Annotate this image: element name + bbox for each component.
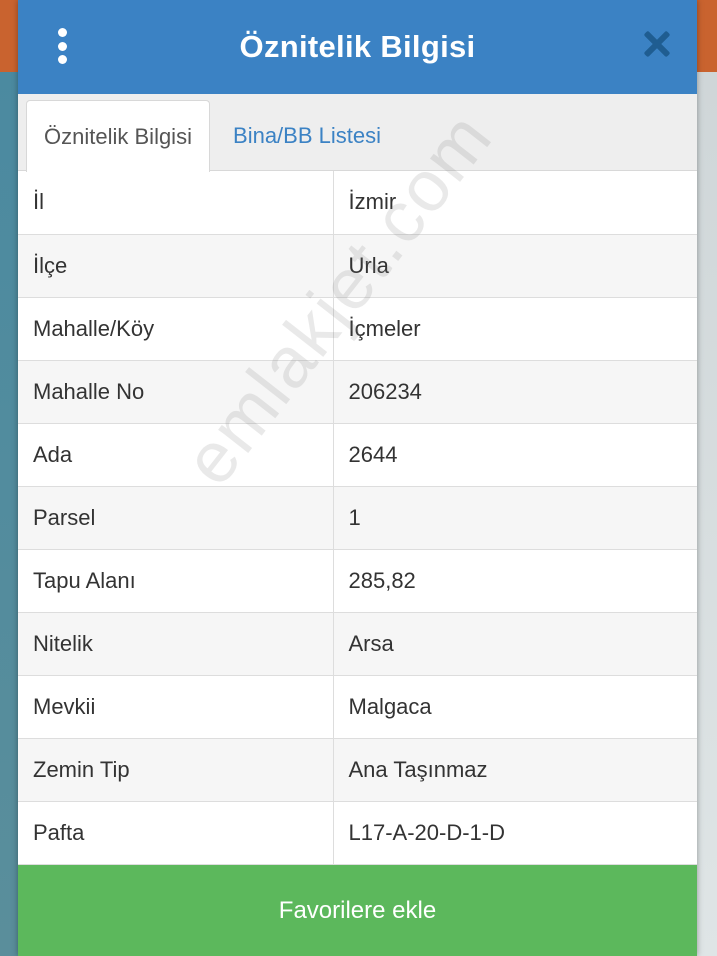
map-edge-right	[696, 0, 717, 956]
table-row: Ada 2644	[18, 423, 697, 487]
attribute-dialog: Öznitelik Bilgisi Öznitelik Bilgisi Bina…	[18, 0, 697, 956]
dialog-header: Öznitelik Bilgisi	[18, 0, 697, 94]
table-row: Tapu Alanı 285,82	[18, 549, 697, 613]
attribute-key: İlçe	[18, 234, 334, 298]
attribute-key: Zemin Tip	[18, 738, 334, 802]
tab-attribute-info[interactable]: Öznitelik Bilgisi	[26, 100, 210, 172]
table-row: Mahalle/Köy İçmeler	[18, 297, 697, 361]
attribute-value: İzmir	[333, 171, 697, 235]
map-edge-left	[0, 0, 18, 956]
attribute-key: Parsel	[18, 486, 334, 550]
table-row: Mevkii Malgaca	[18, 675, 697, 739]
attribute-value: 206234	[333, 360, 697, 424]
kebab-menu-icon[interactable]	[54, 28, 70, 64]
table-row: Parsel 1	[18, 486, 697, 550]
attribute-value: Malgaca	[333, 675, 697, 739]
table-row: İlçe Urla	[18, 234, 697, 298]
table-row: Nitelik Arsa	[18, 612, 697, 676]
attribute-key: Mevkii	[18, 675, 334, 739]
attribute-value: 285,82	[333, 549, 697, 613]
table-row: İl İzmir	[18, 171, 697, 235]
attribute-value: 2644	[333, 423, 697, 487]
attribute-key: Tapu Alanı	[18, 549, 334, 613]
attribute-key: İl	[18, 171, 334, 235]
tab-bar: Öznitelik Bilgisi Bina/BB Listesi	[18, 94, 697, 172]
add-to-favorites-button[interactable]: Favorilere ekle	[18, 865, 697, 956]
tab-building-list[interactable]: Bina/BB Listesi	[218, 100, 396, 172]
dialog-title: Öznitelik Bilgisi	[239, 29, 476, 64]
attribute-key: Nitelik	[18, 612, 334, 676]
attribute-key: Mahalle No	[18, 360, 334, 424]
table-row: Pafta L17-A-20-D-1-D	[18, 801, 697, 865]
attribute-value: L17-A-20-D-1-D	[333, 801, 697, 865]
attribute-value: 1	[333, 486, 697, 550]
close-icon[interactable]	[643, 30, 671, 58]
attribute-key: Pafta	[18, 801, 334, 865]
attribute-value: İçmeler	[333, 297, 697, 361]
attribute-value: Arsa	[333, 612, 697, 676]
attribute-value: Ana Taşınmaz	[333, 738, 697, 802]
attribute-key: Ada	[18, 423, 334, 487]
table-row: Zemin Tip Ana Taşınmaz	[18, 738, 697, 802]
attribute-table: İl İzmir İlçe Urla Mahalle/Köy İçmeler Mahalle…	[18, 171, 697, 865]
attribute-key: Mahalle/Köy	[18, 297, 334, 361]
attribute-value: Urla	[333, 234, 697, 298]
table-row: Mahalle No 206234	[18, 360, 697, 424]
